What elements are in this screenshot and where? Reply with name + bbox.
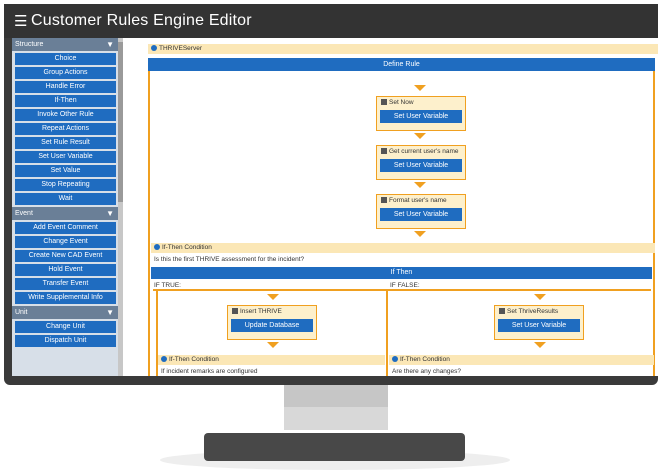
branch-divider bbox=[386, 289, 388, 376]
server-label: THRIVEServer bbox=[159, 45, 202, 52]
tool-handle-error[interactable]: Handle Error bbox=[15, 81, 116, 93]
step-label: Set Now bbox=[389, 99, 414, 106]
if-false-label: IF FALSE: bbox=[390, 282, 420, 289]
branch-divider-top bbox=[153, 289, 651, 291]
monitor-stand-neck-shade bbox=[284, 385, 388, 407]
set-user-variable-button[interactable]: Set User Variable bbox=[380, 208, 462, 221]
section-label: Unit bbox=[15, 309, 28, 316]
tool-repeat-actions[interactable]: Repeat Actions bbox=[15, 123, 116, 135]
chevron-down-icon[interactable]: ▼ bbox=[106, 38, 114, 51]
set-user-variable-button[interactable]: Set User Variable bbox=[380, 159, 462, 172]
if-then-label: If-Then Condition bbox=[169, 356, 219, 363]
tool-if-then[interactable]: If-Then bbox=[15, 95, 116, 107]
nested-condition-question: Are there any changes? bbox=[392, 368, 462, 375]
flow-arrow bbox=[267, 294, 279, 300]
monitor-frame: ☰ Customer Rules Engine Editor Structure… bbox=[4, 4, 658, 385]
tool-invoke-other-rule[interactable]: Invoke Other Rule bbox=[15, 109, 116, 121]
tool-group-actions[interactable]: Group Actions bbox=[15, 67, 116, 79]
chevron-down-icon[interactable]: ▼ bbox=[106, 306, 114, 319]
section-label: Event bbox=[15, 210, 33, 217]
section-header-structure[interactable]: Structure ▼ bbox=[12, 38, 118, 51]
action-icon bbox=[499, 308, 505, 315]
title-bar: ☰ Customer Rules Engine Editor bbox=[4, 4, 658, 38]
action-icon bbox=[381, 197, 387, 204]
update-database-button[interactable]: Update Database bbox=[231, 319, 313, 332]
rule-canvas: THRIVEServer Define Rule Set Now Set Use… bbox=[124, 38, 658, 376]
tool-set-value[interactable]: Set Value bbox=[15, 165, 116, 177]
step-set-thrive-results[interactable]: Set ThriveResults Set User Variable bbox=[494, 305, 584, 340]
app-screen: Structure ▼ Choice Group Actions Handle … bbox=[12, 38, 658, 376]
chevron-down-icon[interactable]: ▼ bbox=[106, 207, 114, 220]
section-header-unit[interactable]: Unit ▼ bbox=[12, 306, 118, 319]
toolbox-sidebar: Structure ▼ Choice Group Actions Handle … bbox=[12, 38, 118, 376]
if-then-label: If-Then Condition bbox=[400, 356, 450, 363]
tool-set-user-variable[interactable]: Set User Variable bbox=[15, 151, 116, 163]
flow-arrow bbox=[267, 342, 279, 348]
flow-arrow bbox=[534, 342, 546, 348]
flow-arrow bbox=[534, 294, 546, 300]
tool-create-new-cad-event[interactable]: Create New CAD Event bbox=[15, 250, 116, 262]
condition-icon bbox=[392, 356, 398, 363]
step-label: Format user's name bbox=[389, 197, 447, 204]
tool-transfer-event[interactable]: Transfer Event bbox=[15, 278, 116, 290]
tool-write-supplemental-info[interactable]: Write Supplemental Info bbox=[15, 292, 116, 304]
step-format-user-name[interactable]: Format user's name Set User Variable bbox=[376, 194, 466, 229]
flow-arrow bbox=[414, 231, 426, 237]
nested-condition-question: If incident remarks are configured bbox=[161, 368, 258, 375]
monitor-stand-base bbox=[204, 433, 465, 461]
action-icon bbox=[381, 99, 387, 106]
if-then-header[interactable]: If-Then Condition bbox=[151, 243, 655, 253]
step-insert-thrive[interactable]: Insert THRIVE Update Database bbox=[227, 305, 317, 340]
if-true-label: IF TRUE: bbox=[154, 282, 181, 289]
tool-change-event[interactable]: Change Event bbox=[15, 236, 116, 248]
if-then-label: If-Then Condition bbox=[162, 244, 212, 251]
step-label: Set ThriveResults bbox=[507, 308, 559, 315]
sidebar-scroll-thumb[interactable] bbox=[118, 42, 123, 202]
tool-add-event-comment[interactable]: Add Event Comment bbox=[15, 222, 116, 234]
tool-dispatch-unit[interactable]: Dispatch Unit bbox=[15, 335, 116, 347]
condition-icon bbox=[154, 244, 160, 251]
rule-border-left bbox=[148, 71, 150, 376]
set-user-variable-button[interactable]: Set User Variable bbox=[380, 110, 462, 123]
step-label: Insert THRIVE bbox=[240, 308, 282, 315]
tool-change-unit[interactable]: Change Unit bbox=[15, 321, 116, 333]
tool-hold-event[interactable]: Hold Event bbox=[15, 264, 116, 276]
app-title: Customer Rules Engine Editor bbox=[31, 12, 252, 29]
database-icon bbox=[232, 308, 238, 315]
flow-arrow bbox=[414, 182, 426, 188]
tool-stop-repeating[interactable]: Stop Repeating bbox=[15, 179, 116, 191]
step-label: Get current user's name bbox=[389, 148, 459, 155]
condition-icon bbox=[161, 356, 167, 363]
step-set-now[interactable]: Set Now Set User Variable bbox=[376, 96, 466, 131]
tool-choice[interactable]: Choice bbox=[15, 53, 116, 65]
define-rule-bar[interactable]: Define Rule bbox=[148, 58, 655, 71]
flow-arrow bbox=[414, 133, 426, 139]
tool-set-rule-result[interactable]: Set Rule Result bbox=[15, 137, 116, 149]
step-get-user-name[interactable]: Get current user's name Set User Variabl… bbox=[376, 145, 466, 180]
if-then-bar[interactable]: If Then bbox=[151, 267, 652, 279]
server-header[interactable]: THRIVEServer bbox=[148, 44, 658, 54]
nested-if-then-header-false[interactable]: If-Then Condition bbox=[389, 355, 654, 365]
condition-question: Is this the first THRIVE assessment for … bbox=[154, 256, 305, 263]
rule-border-right bbox=[653, 71, 655, 376]
flow-arrow bbox=[414, 85, 426, 91]
action-icon bbox=[381, 148, 387, 155]
set-user-variable-button[interactable]: Set User Variable bbox=[498, 319, 580, 332]
hamburger-icon[interactable]: ☰ bbox=[14, 12, 27, 30]
info-icon bbox=[151, 45, 157, 52]
section-label: Structure bbox=[15, 41, 44, 48]
tool-wait[interactable]: Wait bbox=[15, 193, 116, 205]
section-header-event[interactable]: Event ▼ bbox=[12, 207, 118, 220]
nested-if-then-header-true[interactable]: If-Then Condition bbox=[158, 355, 385, 365]
